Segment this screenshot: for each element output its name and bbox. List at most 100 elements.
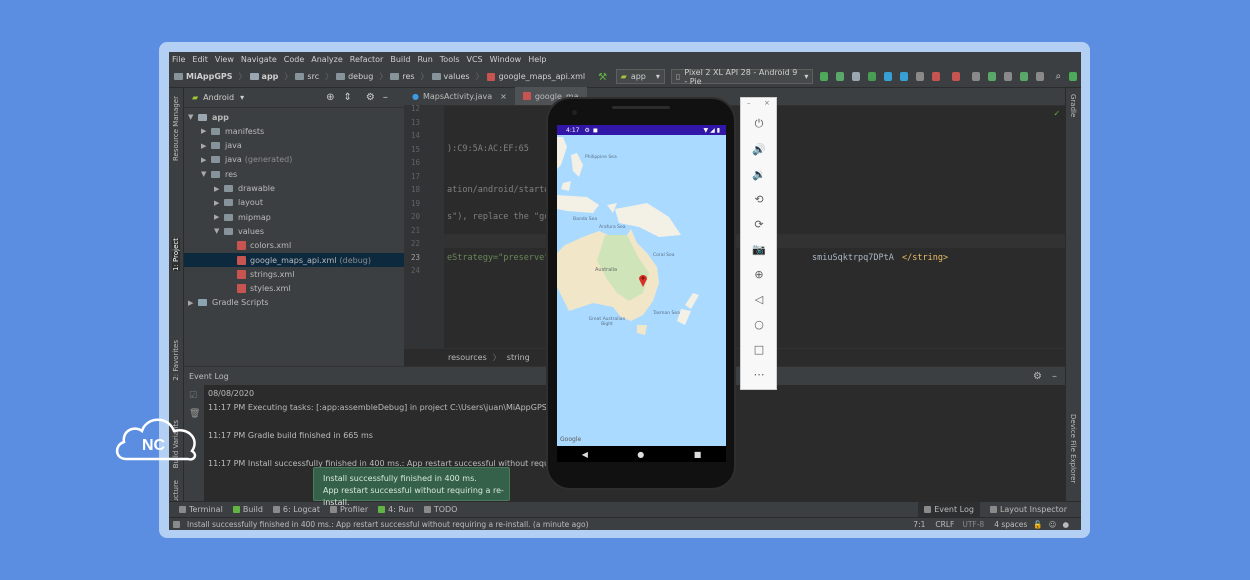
tree-item[interactable]: styles.xml bbox=[227, 282, 291, 296]
status-message[interactable]: Install successfully finished in 400 ms.… bbox=[187, 520, 589, 529]
hide-icon[interactable]: – bbox=[1052, 371, 1057, 382]
chevron-down-icon[interactable]: ▼ bbox=[188, 113, 198, 121]
favorites-tab[interactable]: 2: Favorites bbox=[172, 340, 180, 381]
back-icon[interactable]: ◁ bbox=[751, 291, 767, 307]
chevron-right-icon[interactable]: ▶ bbox=[214, 213, 224, 221]
device-manager-icon[interactable] bbox=[1019, 72, 1028, 81]
install-notification[interactable]: Install successfully finished in 400 ms.… bbox=[313, 467, 510, 507]
project-view-selector[interactable]: Android bbox=[203, 93, 234, 102]
tree-item[interactable]: ▶ layout bbox=[214, 196, 263, 210]
menu-build[interactable]: Build bbox=[390, 55, 410, 64]
tree-item[interactable]: colors.xml bbox=[227, 239, 291, 253]
gear-icon[interactable]: ⚙ bbox=[366, 92, 375, 103]
hide-icon[interactable]: – bbox=[383, 92, 388, 103]
overview-icon[interactable]: □ bbox=[751, 341, 767, 357]
terminal-tab[interactable]: Terminal bbox=[179, 505, 223, 514]
module-selector[interactable]: ▰ app ▾ bbox=[615, 69, 665, 84]
project-tab[interactable]: 1: Project bbox=[172, 238, 180, 271]
tree-item[interactable]: ▶ mipmap bbox=[214, 210, 271, 224]
volume-up-icon[interactable]: 🔊 bbox=[751, 141, 767, 157]
debug-icon[interactable] bbox=[868, 72, 877, 81]
chevron-right-icon[interactable]: ▶ bbox=[214, 185, 224, 193]
gradle-tab[interactable]: Gradle bbox=[1069, 94, 1077, 117]
indent-setting[interactable]: 4 spaces bbox=[994, 520, 1027, 529]
device-file-explorer-tab[interactable]: Device File Explorer bbox=[1069, 414, 1077, 483]
resource-manager-tab[interactable]: Resource Manager bbox=[172, 96, 180, 161]
search-icon[interactable]: ⌕ bbox=[1056, 71, 1062, 82]
layout-inspector-tab[interactable]: Layout Inspector bbox=[989, 505, 1067, 514]
breadcrumb-project[interactable]: MiAppGPS bbox=[174, 72, 233, 81]
gear-icon[interactable]: ⚙ bbox=[1033, 371, 1042, 382]
close-icon[interactable]: × bbox=[764, 99, 770, 107]
apply-code-changes-icon[interactable] bbox=[836, 72, 845, 81]
menu-view[interactable]: View bbox=[215, 55, 234, 64]
tree-item[interactable]: ▼ res bbox=[201, 167, 237, 181]
breadcrumb-app[interactable]: app bbox=[249, 72, 278, 81]
tree-item[interactable]: ▶ java (generated) bbox=[201, 153, 292, 167]
project-structure-icon[interactable] bbox=[971, 72, 980, 81]
chevron-down-icon[interactable]: ▼ bbox=[214, 227, 224, 235]
map-marker-icon[interactable] bbox=[638, 273, 648, 287]
android-studio-icon[interactable] bbox=[1069, 72, 1078, 81]
breadcrumb-resources[interactable]: resources bbox=[448, 353, 487, 362]
menu-navigate[interactable]: Navigate bbox=[241, 55, 277, 64]
zoom-icon[interactable]: ⊕ bbox=[751, 266, 767, 282]
device-selector[interactable]: ▯ Pixel 2 XL API 28 - Android 9 - Pie ▾ bbox=[670, 68, 814, 86]
menu-edit[interactable]: Edit bbox=[192, 55, 208, 64]
tree-item[interactable]: strings.xml bbox=[227, 267, 294, 281]
breadcrumb-res[interactable]: res bbox=[390, 72, 415, 81]
line-separator[interactable]: CRLF bbox=[935, 520, 954, 529]
inspector-icon[interactable]: ☺ bbox=[1049, 520, 1057, 529]
collapse-all-icon[interactable]: ⇕ bbox=[344, 92, 352, 103]
tab-maps-activity[interactable]: ● MapsActivity.java × bbox=[404, 87, 515, 105]
mark-read-icon[interactable]: ☑ bbox=[189, 391, 197, 401]
profile-icon[interactable] bbox=[900, 72, 908, 81]
volume-down-icon[interactable]: 🔉 bbox=[751, 166, 767, 182]
caret-position[interactable]: 7:1 bbox=[913, 520, 925, 529]
logcat-tab[interactable]: 6: Logcat bbox=[272, 505, 320, 514]
overview-icon[interactable]: ■ bbox=[694, 450, 702, 459]
tree-item[interactable]: ▼ app bbox=[188, 110, 229, 124]
tree-item[interactable]: ▶ Gradle Scripts bbox=[188, 296, 269, 310]
file-encoding[interactable]: UTF-8 bbox=[962, 520, 984, 529]
phone-screen[interactable]: 4:17 ⚙ ◼ ▼ ◢ ▮ Philippine Sea Banda Sea … bbox=[557, 125, 726, 462]
apply-changes-icon[interactable] bbox=[820, 72, 829, 81]
tree-item[interactable]: ▼ values bbox=[214, 224, 264, 238]
menu-code[interactable]: Code bbox=[284, 55, 304, 64]
power-icon[interactable]: ⏻ bbox=[751, 116, 767, 132]
coverage-icon[interactable] bbox=[852, 72, 861, 81]
chevron-down-icon[interactable]: ▼ bbox=[201, 170, 211, 178]
sync-project-icon[interactable] bbox=[951, 72, 960, 81]
hammer-icon[interactable]: ⚒ bbox=[598, 72, 609, 83]
attach-debugger-icon[interactable] bbox=[884, 72, 893, 81]
rotate-left-icon[interactable]: ⟲ bbox=[751, 191, 767, 207]
chevron-right-icon[interactable]: ▶ bbox=[188, 299, 198, 307]
breadcrumb-src[interactable]: src bbox=[295, 72, 319, 81]
menu-refactor[interactable]: Refactor bbox=[350, 55, 384, 64]
chevron-down-icon[interactable]: ▾ bbox=[240, 93, 244, 102]
menu-tools[interactable]: Tools bbox=[440, 55, 460, 64]
tree-item[interactable]: google_maps_api.xml (debug) bbox=[184, 253, 404, 267]
tree-item[interactable]: ▶ drawable bbox=[214, 182, 275, 196]
tree-item[interactable]: ▶ manifests bbox=[201, 124, 264, 138]
back-icon[interactable]: ◀ bbox=[582, 450, 588, 459]
chevron-right-icon[interactable]: ▶ bbox=[201, 156, 211, 164]
menu-window[interactable]: Window bbox=[490, 55, 522, 64]
event-log-tab[interactable]: Event Log bbox=[918, 502, 980, 517]
breadcrumb-values[interactable]: values bbox=[431, 72, 470, 81]
home-icon[interactable]: ● bbox=[637, 450, 644, 459]
run-task-icon[interactable] bbox=[916, 72, 924, 81]
sdk-manager-icon[interactable] bbox=[1003, 72, 1012, 81]
menu-file[interactable]: File bbox=[172, 55, 185, 64]
build-tab[interactable]: Build bbox=[232, 505, 263, 514]
breadcrumb-debug[interactable]: debug bbox=[336, 72, 373, 81]
menu-analyze[interactable]: Analyze bbox=[311, 55, 343, 64]
google-map[interactable] bbox=[557, 125, 726, 462]
stop-icon[interactable] bbox=[931, 72, 940, 81]
tree-item[interactable]: ▶ java bbox=[201, 139, 242, 153]
menu-help[interactable]: Help bbox=[528, 55, 546, 64]
home-icon[interactable]: ○ bbox=[751, 316, 767, 332]
more-options-icon[interactable]: ⋯ bbox=[751, 366, 767, 382]
chevron-right-icon[interactable]: ▶ bbox=[214, 199, 224, 207]
minimize-icon[interactable]: – bbox=[747, 99, 751, 107]
